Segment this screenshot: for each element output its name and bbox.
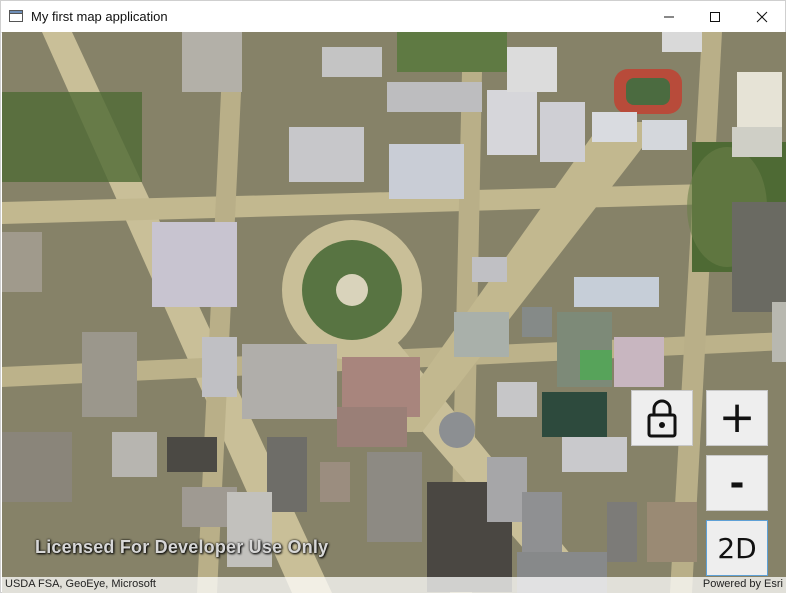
app-window: My first map application Licensed For De… [0, 0, 786, 593]
app-icon [9, 10, 23, 22]
satellite-imagery [2, 32, 786, 593]
zoom-in-label: + [718, 392, 756, 443]
maximize-icon [710, 11, 720, 22]
minimize-icon [664, 16, 674, 17]
view-mode-toggle-button[interactable]: 2D [706, 520, 768, 576]
title-bar: My first map application [1, 1, 785, 33]
window-title: My first map application [31, 9, 168, 24]
view-mode-label: 2D [717, 531, 757, 565]
lock-icon [647, 399, 677, 438]
zoom-out-label: - [729, 462, 745, 504]
attribution-bar: USDA FSA, GeoEye, Microsoft Powered by E… [2, 577, 786, 593]
license-watermark: Licensed For Developer Use Only [35, 537, 329, 557]
maximize-button[interactable] [692, 1, 738, 32]
powered-by-link[interactable]: Powered by Esri [703, 578, 783, 590]
map-view[interactable]: Licensed For Developer Use Only + - 2D U… [2, 32, 786, 593]
close-button[interactable] [739, 1, 785, 32]
lock-button[interactable] [631, 390, 693, 446]
attribution-text: USDA FSA, GeoEye, Microsoft [5, 578, 156, 590]
close-icon [756, 11, 768, 22]
zoom-in-button[interactable]: + [706, 390, 768, 446]
minimize-button[interactable] [646, 1, 692, 32]
zoom-out-button[interactable]: - [706, 455, 768, 511]
